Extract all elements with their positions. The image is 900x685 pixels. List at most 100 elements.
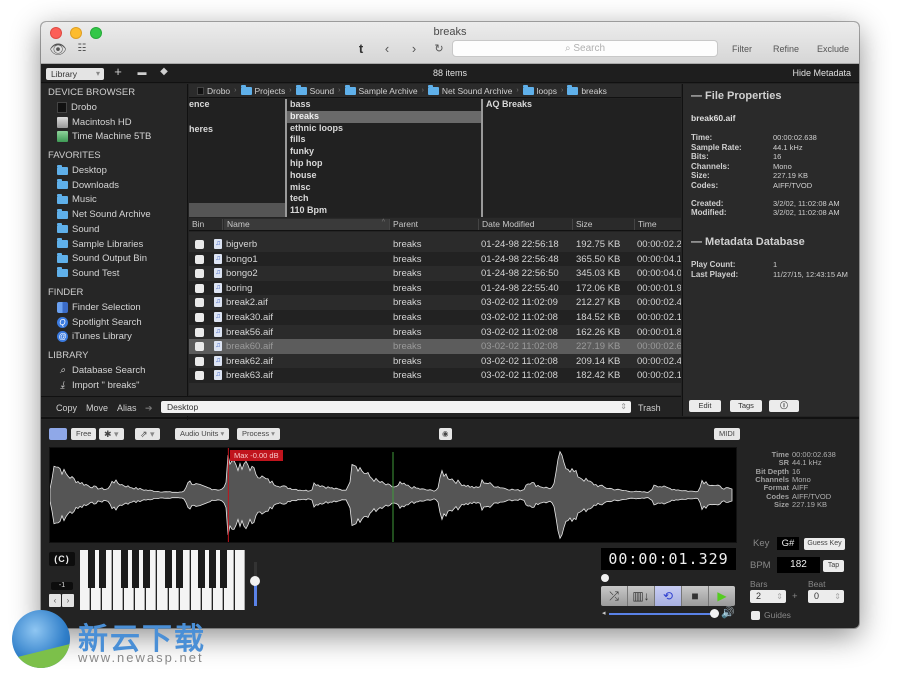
browser-column-1[interactable]: ence heres	[189, 99, 287, 217]
bin-checkbox[interactable]	[195, 298, 204, 308]
browser-item[interactable]	[189, 111, 285, 123]
beat-stepper[interactable]: 0	[808, 590, 844, 603]
sidebar-item-net-sound-archive[interactable]: Net Sound Archive	[57, 208, 151, 221]
volume-slider-thumb[interactable]	[710, 609, 719, 618]
column-header-bin[interactable]: Bin	[189, 219, 223, 230]
piano-black-key[interactable]	[87, 550, 95, 588]
sidebar-item-desktop[interactable]: Desktop	[57, 164, 107, 177]
position-slider-thumb[interactable]	[601, 574, 609, 582]
table-row[interactable]: ♫ break30.aif breaks 03-02-02 11:02:08 184.5…	[189, 310, 681, 325]
stop-button[interactable]: ■	[682, 586, 709, 606]
column-header-time[interactable]: Time	[635, 219, 681, 230]
finder-icon[interactable]	[49, 428, 67, 440]
sidebar-item-import[interactable]: ⤓ Import " breaks"	[57, 379, 139, 392]
free-button[interactable]: Free	[71, 428, 97, 440]
browser-item[interactable]: house	[287, 170, 481, 182]
piano-black-key[interactable]	[98, 550, 106, 588]
back-icon[interactable]: ‹	[378, 41, 396, 57]
process-button[interactable]: Process	[237, 428, 280, 440]
bars-stepper[interactable]: 2	[750, 590, 786, 603]
piano-white-key[interactable]	[234, 550, 245, 610]
table-row[interactable]: ♫ break62.aif breaks 03-02-02 11:02:08 209.1…	[189, 353, 681, 369]
column-header-name[interactable]: Name ^	[224, 219, 390, 230]
tag-icon[interactable]: ◆	[157, 66, 171, 77]
tap-button[interactable]: Tap	[823, 560, 844, 572]
browser-item[interactable]: misc	[287, 182, 481, 194]
destination-select[interactable]: Desktop	[161, 401, 631, 413]
shuffle-button[interactable]: ⤮	[601, 586, 628, 606]
table-row[interactable]: ♫ boring breaks 01-24-98 22:55:40 172.06 KB 0…	[189, 281, 681, 296]
loop-button[interactable]: ⟲	[655, 586, 682, 606]
breadcrumb-item[interactable]: Sound	[295, 84, 334, 96]
guides-checkbox[interactable]	[751, 611, 760, 620]
breadcrumb-item[interactable]: Drobo	[197, 86, 230, 96]
sidebar-item-sound[interactable]: Sound	[57, 223, 99, 236]
forward-icon[interactable]: ›	[405, 41, 423, 57]
sidebar-item-database-search[interactable]: ⌕ Database Search	[57, 364, 146, 377]
table-row[interactable]: ♫ bongo2 breaks 01-24-98 22:56:50 345.03 KB 0…	[189, 266, 681, 281]
sidebar-item-sample-libraries[interactable]: Sample Libraries	[57, 238, 143, 251]
list-options-icon[interactable]: ☷	[73, 41, 91, 57]
browser-column-2[interactable]: bass breaks ethnic loops fills funky hip hop h…	[287, 99, 483, 217]
table-row[interactable]: ♫ break2.aif breaks 03-02-02 11:02:09 212.27…	[189, 295, 681, 310]
table-row-partial[interactable]	[189, 383, 681, 395]
sidebar-item-sound-output-bin[interactable]: Sound Output Bin	[57, 252, 147, 265]
browser-item[interactable]: 110 Bpm	[287, 205, 481, 217]
metadata-database-heading[interactable]: — Metadata Database	[691, 236, 805, 248]
browser-item[interactable]: funky	[287, 146, 481, 158]
browser-item[interactable]: AQ Breaks	[483, 99, 681, 111]
table-row[interactable]: ♫ break60.aif breaks 03-02-02 11:02:08 227.1…	[189, 339, 681, 354]
folder-icon[interactable]: ▬	[135, 67, 149, 77]
breadcrumb-item[interactable]: Sample Archive	[344, 84, 418, 96]
refine-button[interactable]: Refine	[773, 44, 799, 54]
browser-item[interactable]: heres	[189, 124, 285, 136]
bin-checkbox[interactable]	[195, 269, 204, 279]
export-button[interactable]: ⇗	[135, 428, 160, 440]
settings-gear-button[interactable]: ✱	[99, 428, 124, 440]
bpm-value[interactable]: 182	[777, 557, 820, 573]
table-row[interactable]: ♫ bigverb breaks 01-24-98 22:56:18 192.75 KB…	[189, 237, 681, 252]
piano-black-key[interactable]	[209, 550, 217, 588]
sidebar-item-time-machine[interactable]: Time Machine 5TB	[57, 130, 151, 143]
autoplay-button[interactable]: ▥↓	[628, 586, 655, 606]
midi-button[interactable]: MIDI	[714, 428, 740, 440]
browser-item[interactable]: hip hop	[287, 158, 481, 170]
browser-column-3[interactable]: AQ Breaks	[483, 99, 681, 217]
piano-black-key[interactable]	[142, 550, 150, 588]
bin-checkbox[interactable]	[195, 254, 204, 264]
piano-black-key[interactable]	[176, 550, 184, 588]
bin-checkbox[interactable]	[195, 283, 204, 293]
piano-black-key[interactable]	[131, 550, 139, 588]
search-input[interactable]: ⌕ Search	[452, 40, 718, 57]
copy-button[interactable]: Copy	[56, 403, 77, 413]
bin-checkbox[interactable]	[195, 371, 204, 381]
piano-keyboard[interactable]	[80, 550, 246, 610]
browser-item[interactable]: breaks	[287, 110, 481, 123]
audio-units-button[interactable]: Audio Units	[175, 428, 230, 440]
piano-black-key[interactable]	[198, 550, 206, 588]
sidebar-item-finder-selection[interactable]: Finder Selection	[57, 301, 141, 314]
octave-down-button[interactable]: ‹	[49, 594, 61, 607]
column-header-size[interactable]: Size	[573, 219, 635, 230]
alias-button[interactable]: Alias	[117, 403, 137, 413]
tumblr-icon[interactable]: t	[352, 41, 370, 57]
sidebar-item-downloads[interactable]: Downloads	[57, 179, 119, 192]
table-row[interactable]: ♫ bongo1 breaks 01-24-98 22:56:48 365.50 KB 0…	[189, 252, 681, 267]
info-button[interactable]: ⓘ	[769, 400, 799, 412]
breadcrumb-item[interactable]: Net Sound Archive	[427, 84, 512, 96]
add-icon[interactable]: +	[111, 64, 125, 79]
sidebar-item-macintosh-hd[interactable]: Macintosh HD	[57, 116, 132, 129]
browser-item[interactable]: bass	[287, 99, 481, 111]
piano-black-key[interactable]	[220, 550, 228, 588]
sidebar-item-itunes-library[interactable]: @ iTunes Library	[57, 330, 132, 343]
panel-divider[interactable]	[41, 417, 859, 419]
bin-checkbox[interactable]	[195, 356, 204, 366]
tags-button[interactable]: Tags	[730, 400, 762, 412]
trash-button[interactable]: Trash	[638, 403, 661, 413]
refresh-icon[interactable]: ↻	[430, 41, 448, 57]
source-select[interactable]: Library	[46, 68, 104, 80]
play-button[interactable]: ▶	[709, 586, 735, 606]
breadcrumb-item[interactable]: Projects	[240, 84, 285, 96]
piano-volume-thumb[interactable]	[250, 576, 260, 586]
bin-checkbox[interactable]	[195, 240, 204, 249]
